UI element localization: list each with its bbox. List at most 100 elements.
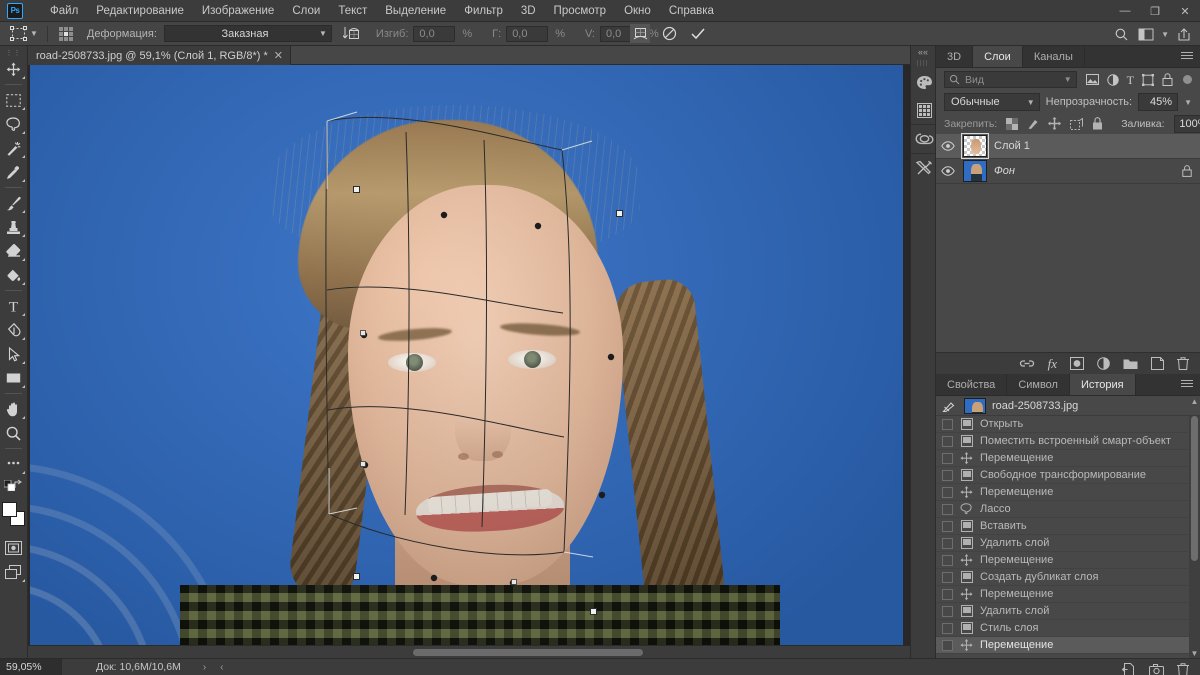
clone-stamp-tool-icon[interactable] xyxy=(1,215,27,239)
lock-all-icon[interactable] xyxy=(1092,117,1103,130)
new-layer-button[interactable] xyxy=(1151,357,1164,370)
history-state-row[interactable]: Стиль слоя xyxy=(936,620,1200,637)
rail-grip-1[interactable] xyxy=(917,60,929,66)
commit-transform-button[interactable] xyxy=(688,24,708,43)
history-state-row[interactable]: Вставить xyxy=(936,518,1200,535)
menu-слои[interactable]: Слои xyxy=(283,2,329,20)
tool-preset-chevron-icon[interactable]: ▼ xyxy=(30,29,38,38)
color-swatches[interactable] xyxy=(1,502,27,530)
history-brush-source-icon[interactable] xyxy=(942,399,958,413)
tab-3d[interactable]: 3D xyxy=(936,46,974,67)
canvas-horizontal-scrollbar[interactable] xyxy=(28,645,918,658)
menu-3d[interactable]: 3D xyxy=(512,2,545,20)
warp-style-select[interactable]: Заказная ▼ xyxy=(163,25,332,42)
lock-artboard-icon[interactable] xyxy=(1070,117,1084,130)
add-mask-button[interactable] xyxy=(1070,357,1084,370)
scroll-down-arrow[interactable]: ▼ xyxy=(1189,649,1200,658)
menu-справка[interactable]: Справка xyxy=(660,2,723,20)
cancel-transform-button[interactable] xyxy=(659,24,679,43)
history-state-row[interactable]: Открыть xyxy=(936,416,1200,433)
close-button[interactable]: ✕ xyxy=(1170,0,1200,22)
layer-style-button[interactable]: fx xyxy=(1048,356,1057,372)
quick-mask-icon[interactable] xyxy=(1,536,27,560)
move-tool-icon[interactable] xyxy=(1,57,27,81)
toolbar-grip[interactable]: ⋮⋮ xyxy=(0,48,27,57)
libraries-panel-icon[interactable] xyxy=(911,96,937,124)
share-icon[interactable] xyxy=(1174,25,1194,44)
opacity-input[interactable]: 45% xyxy=(1138,93,1179,111)
ref-point-bc[interactable] xyxy=(63,36,68,41)
path-selection-tool-icon[interactable] xyxy=(1,342,27,366)
adjustment-filter-icon[interactable] xyxy=(1106,73,1119,86)
search-icon[interactable] xyxy=(1111,25,1131,44)
shape-filter-icon[interactable] xyxy=(1142,73,1154,86)
ref-point-mr[interactable] xyxy=(68,31,73,36)
history-state-row[interactable]: Удалить слой xyxy=(936,603,1200,620)
history-state-row[interactable]: Перемещение xyxy=(936,450,1200,467)
canvas-area[interactable] xyxy=(28,65,918,658)
fill-input[interactable]: 100% xyxy=(1173,114,1200,133)
type-filter-icon[interactable]: T xyxy=(1127,74,1134,86)
history-source-checkbox[interactable] xyxy=(942,520,953,532)
history-source-checkbox[interactable] xyxy=(942,605,953,617)
menu-просмотр[interactable]: Просмотр xyxy=(545,2,616,20)
panel-menu-icon[interactable] xyxy=(1181,380,1193,389)
ref-point-mc[interactable] xyxy=(63,31,68,36)
tab-history[interactable]: История xyxy=(1069,374,1136,395)
adjustments-panel-icon[interactable] xyxy=(911,154,937,182)
toggle-warp-mode-button[interactable] xyxy=(630,24,650,43)
history-state-row[interactable]: Создать дубликат слоя xyxy=(936,569,1200,586)
new-group-button[interactable] xyxy=(1123,358,1138,370)
pixel-filter-icon[interactable] xyxy=(1085,74,1099,85)
layer-row[interactable]: Фон xyxy=(936,159,1200,184)
history-source-checkbox[interactable] xyxy=(942,486,953,498)
lock-transparency-icon[interactable] xyxy=(1006,117,1019,130)
warp-orientation-button[interactable] xyxy=(342,24,362,43)
history-snapshot-row[interactable]: road-2508733.jpg xyxy=(936,396,1200,416)
history-source-checkbox[interactable] xyxy=(942,639,953,651)
delete-layer-button[interactable] xyxy=(1177,357,1189,370)
layer-filter-select[interactable]: Вид ▼ xyxy=(944,71,1077,88)
lock-image-icon[interactable] xyxy=(1027,118,1039,130)
panel-menu-icon[interactable] xyxy=(1181,52,1193,61)
history-source-checkbox[interactable] xyxy=(942,537,953,549)
layer-thumbnail[interactable] xyxy=(961,133,989,159)
lasso-tool-icon[interactable] xyxy=(1,112,27,136)
tab-layers[interactable]: Слои xyxy=(973,46,1023,67)
color-panel-icon[interactable] xyxy=(911,68,937,96)
status-next-arrow[interactable]: › xyxy=(203,662,206,673)
status-prev-arrow[interactable]: ‹ xyxy=(220,662,223,673)
new-adjustment-layer-button[interactable] xyxy=(1097,357,1110,370)
type-tool-icon[interactable]: T xyxy=(1,294,27,318)
ref-point-tl[interactable] xyxy=(58,26,63,31)
document-image[interactable] xyxy=(30,65,903,658)
menu-фильтр[interactable]: Фильтр xyxy=(455,2,512,20)
history-state-row[interactable]: Перемещение xyxy=(936,552,1200,569)
rectangle-tool-icon[interactable] xyxy=(1,366,27,390)
tool-preset-picker[interactable]: ▼ xyxy=(10,26,38,41)
brush-tool-icon[interactable] xyxy=(1,191,27,215)
history-scrollbar[interactable]: ▲ ▼ xyxy=(1189,397,1200,658)
ref-point-tc[interactable] xyxy=(63,26,68,31)
scroll-up-arrow[interactable]: ▲ xyxy=(1189,397,1200,406)
eyedropper-tool-icon[interactable] xyxy=(1,160,27,184)
delete-state-button[interactable] xyxy=(1177,663,1189,675)
ref-point-ml[interactable] xyxy=(58,31,63,36)
creative-cloud-icon[interactable] xyxy=(911,125,937,153)
ref-point-bl[interactable] xyxy=(58,36,63,41)
menu-выделение[interactable]: Выделение xyxy=(376,2,455,20)
history-source-checkbox[interactable] xyxy=(942,435,953,447)
document-tab[interactable]: road-2508733.jpg @ 59,1% (Слой 1, RGB/8*… xyxy=(28,46,291,65)
history-state-row[interactable]: Перемещение xyxy=(936,484,1200,501)
lock-position-icon[interactable] xyxy=(1048,117,1062,130)
hand-tool-icon[interactable] xyxy=(1,397,27,421)
history-source-checkbox[interactable] xyxy=(942,622,953,634)
menu-файл[interactable]: Файл xyxy=(41,2,87,20)
gradient-tool-icon[interactable] xyxy=(1,263,27,287)
history-source-checkbox[interactable] xyxy=(942,588,953,600)
ref-point-tr[interactable] xyxy=(68,26,73,31)
screen-mode-icon[interactable] xyxy=(1,560,27,584)
link-layers-button[interactable] xyxy=(1019,358,1035,369)
bend-input[interactable]: 0,0 xyxy=(413,25,456,42)
history-state-row[interactable]: Поместить встроенный смарт-объект xyxy=(936,433,1200,450)
